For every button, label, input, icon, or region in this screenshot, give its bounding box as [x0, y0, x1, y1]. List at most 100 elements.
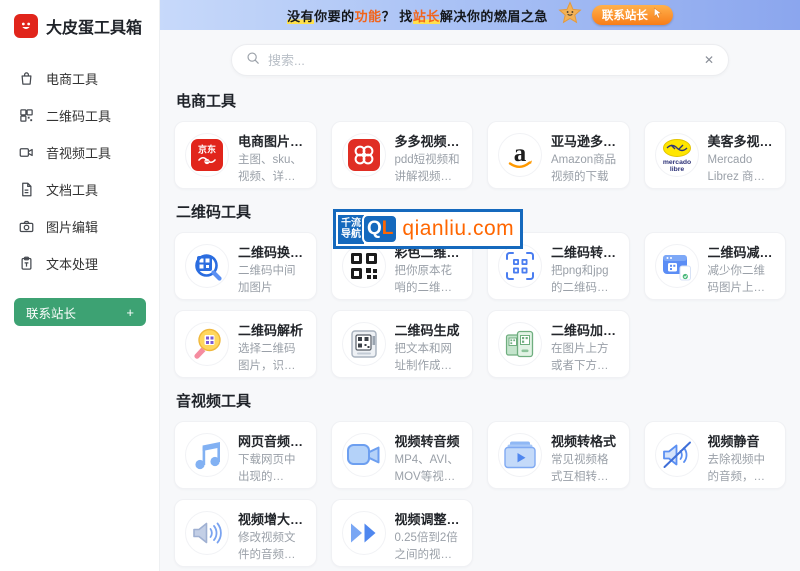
qr-generator-icon: [342, 322, 386, 366]
tool-card[interactable]: 视频调整速度 0.25倍到2倍之间的视频速度增快...: [331, 499, 474, 567]
ql-logo-icon: QL: [362, 214, 398, 244]
tool-description: 常见视频格式互相转换和调整帧率...: [551, 452, 619, 487]
sidebar-item-3[interactable]: 文档工具: [0, 171, 159, 208]
tool-title: 视频转音频: [395, 431, 463, 450]
bag-icon: [18, 71, 34, 87]
contact-webmaster-button[interactable]: 联系站长 +: [14, 298, 146, 326]
smiley-logo-icon: [14, 14, 38, 38]
banner-text-segment: 功能: [355, 9, 382, 24]
tool-title: 视频静音: [708, 431, 776, 450]
tool-description: 选择二维码图片，识别出所含结果: [238, 341, 306, 376]
tool-description: 把文本和网址制作成二维码，可以...: [395, 341, 463, 376]
watermark-domain: qianliu.com: [402, 217, 514, 241]
tool-description: 减少你二维码图片上面的黑点数量: [708, 263, 776, 298]
qr-scan-icon: [498, 244, 542, 288]
tool-description: Amazon商品视频的下载: [551, 152, 619, 187]
qr-black-icon: [342, 244, 386, 288]
tool-title: 多多视频下载: [395, 131, 463, 150]
tool-section: 音视频工具 网页音频文件... 下载网页中出现的mp3、wav、aa... 视频…: [174, 390, 786, 567]
tool-card[interactable]: 二维码换logo 二维码中间加图片: [174, 232, 317, 300]
tool-card[interactable]: 视频增大音量 修改视频文件的音频音量: [174, 499, 317, 567]
tool-description: 去除视频中的音频，仅保留画面: [708, 452, 776, 487]
tool-title: 视频增大音量: [238, 509, 306, 528]
tool-card[interactable]: 视频静音 去除视频中的音频，仅保留画面: [644, 421, 787, 489]
tool-card[interactable]: 二维码加标注... 在图片上方或者下方加文本: [487, 310, 630, 378]
content-area: ✕ 电商工具 京东 电商图片视频... 主图、sku、视频、详情页图片... 多…: [160, 30, 800, 571]
plus-icon: +: [126, 305, 134, 320]
tool-title: 视频调整速度: [395, 509, 463, 528]
tool-description: 下载网页中出现的mp3、wav、aa...: [238, 452, 306, 487]
sidebar-item-0[interactable]: 电商工具: [0, 60, 159, 97]
banner-text-segment: 解决你的燃眉之急: [440, 9, 548, 24]
sidebar: 大皮蛋工具箱 电商工具二维码工具音视频工具文档工具图片编辑文本处理 联系站长 +: [0, 0, 160, 571]
banner-contact-button[interactable]: 联系站长: [592, 5, 673, 25]
sections: 电商工具 京东 电商图片视频... 主图、sku、视频、详情页图片... 多多视…: [174, 90, 786, 567]
amazon-logo-icon: a: [498, 133, 542, 177]
star-icon: [558, 1, 582, 30]
tool-card[interactable]: 视频转音频 MP4、AVI、MOV等视频转mp3、...: [331, 421, 474, 489]
clipboard-icon: [18, 256, 34, 272]
section-title: 电商工具: [176, 90, 786, 111]
tool-description: 把png和jpg的二维码图片转换成...: [551, 263, 619, 298]
sidebar-item-5[interactable]: 文本处理: [0, 245, 159, 282]
tool-grid: 京东 电商图片视频... 主图、sku、视频、详情页图片... 多多视频下载 p…: [174, 121, 786, 189]
svg-text:mercado: mercado: [662, 159, 690, 166]
tool-description: 主图、sku、视频、详情页图片...: [238, 152, 306, 187]
fast-forward-icon: [342, 511, 386, 555]
tool-description: pdd短视频和讲解视频保存: [395, 152, 463, 187]
promo-banner-text: 没有你要的功能？ 找站长解决你的燃眉之急: [287, 6, 548, 25]
sidebar-item-label: 电商工具: [46, 69, 98, 88]
sidebar-item-label: 文档工具: [46, 180, 98, 199]
video-folder-icon: [498, 433, 542, 477]
banner-text-segment: 站长: [413, 9, 440, 24]
tool-description: Mercado Librez 商品视频下载保存: [708, 152, 776, 187]
tool-card[interactable]: 二维码生成 把文本和网址制作成二维码，可以...: [331, 310, 474, 378]
tool-section: 电商工具 京东 电商图片视频... 主图、sku、视频、详情页图片... 多多视…: [174, 90, 786, 189]
promo-banner: 没有你要的功能？ 找站长解决你的燃眉之急 联系站长: [160, 0, 800, 30]
sidebar-item-4[interactable]: 图片编辑: [0, 208, 159, 245]
tool-title: 网页音频文件...: [238, 431, 306, 450]
svg-text:京东: 京东: [198, 144, 216, 155]
tool-title: 视频转格式: [551, 431, 619, 450]
tool-card[interactable]: 二维码解析 选择二维码图片，识别出所含结果: [174, 310, 317, 378]
tool-card[interactable]: 网页音频文件... 下载网页中出现的mp3、wav、aa...: [174, 421, 317, 489]
sidebar-item-label: 二维码工具: [46, 106, 111, 125]
tool-card[interactable]: 二维码减码点 减少你二维码图片上面的黑点数量: [644, 232, 787, 300]
tool-card[interactable]: mercadolibre 美客多视频下... Mercado Librez 商品…: [644, 121, 787, 189]
sidebar-item-2[interactable]: 音视频工具: [0, 134, 159, 171]
qr-decode-icon: [185, 322, 229, 366]
tool-title: 美客多视频下...: [708, 131, 776, 150]
watermark-nav-label: 千流导航: [338, 215, 364, 244]
clear-search-icon[interactable]: ✕: [704, 54, 714, 66]
tool-card[interactable]: a 亚马逊多视频... Amazon商品视频的下载: [487, 121, 630, 189]
video-camera-icon: [342, 433, 386, 477]
tool-title: 二维码生成: [395, 320, 463, 339]
app-logo[interactable]: 大皮蛋工具箱: [0, 12, 159, 50]
sidebar-item-label: 图片编辑: [46, 217, 98, 236]
sidebar-nav: 电商工具二维码工具音视频工具文档工具图片编辑文本处理: [0, 60, 159, 282]
camera-icon: [18, 219, 34, 235]
contact-webmaster-label: 联系站长: [26, 303, 76, 322]
banner-text-segment: 没有: [287, 9, 314, 24]
qr-magnifier-icon: [185, 244, 229, 288]
tool-description: 在图片上方或者下方加文本: [551, 341, 619, 376]
pinduoduo-logo-icon: [342, 133, 386, 177]
tool-title: 二维码加标注...: [551, 320, 619, 339]
jd-logo-icon: 京东: [185, 133, 229, 177]
tool-description: 修改视频文件的音频音量: [238, 530, 306, 565]
tool-description: MP4、AVI、MOV等视频转mp3、...: [395, 452, 463, 487]
search-input[interactable]: [268, 53, 696, 68]
tool-card[interactable]: 多多视频下载 pdd短视频和讲解视频保存: [331, 121, 474, 189]
tool-card[interactable]: 京东 电商图片视频... 主图、sku、视频、详情页图片...: [174, 121, 317, 189]
tool-description: 二维码中间加图片: [238, 263, 306, 298]
tool-card[interactable]: 视频转格式 常见视频格式互相转换和调整帧率...: [487, 421, 630, 489]
music-note-icon: [185, 433, 229, 477]
svg-text:libre: libre: [669, 166, 684, 173]
svg-text:a: a: [514, 140, 527, 167]
banner-text-segment: ？ 找: [382, 9, 413, 24]
qianliu-watermark[interactable]: 千流导航 QL qianliu.com: [333, 209, 523, 249]
tool-title: 二维码换logo: [238, 242, 306, 261]
video-cam-icon: [18, 145, 34, 161]
sidebar-item-1[interactable]: 二维码工具: [0, 97, 159, 134]
search-icon: [246, 51, 260, 70]
